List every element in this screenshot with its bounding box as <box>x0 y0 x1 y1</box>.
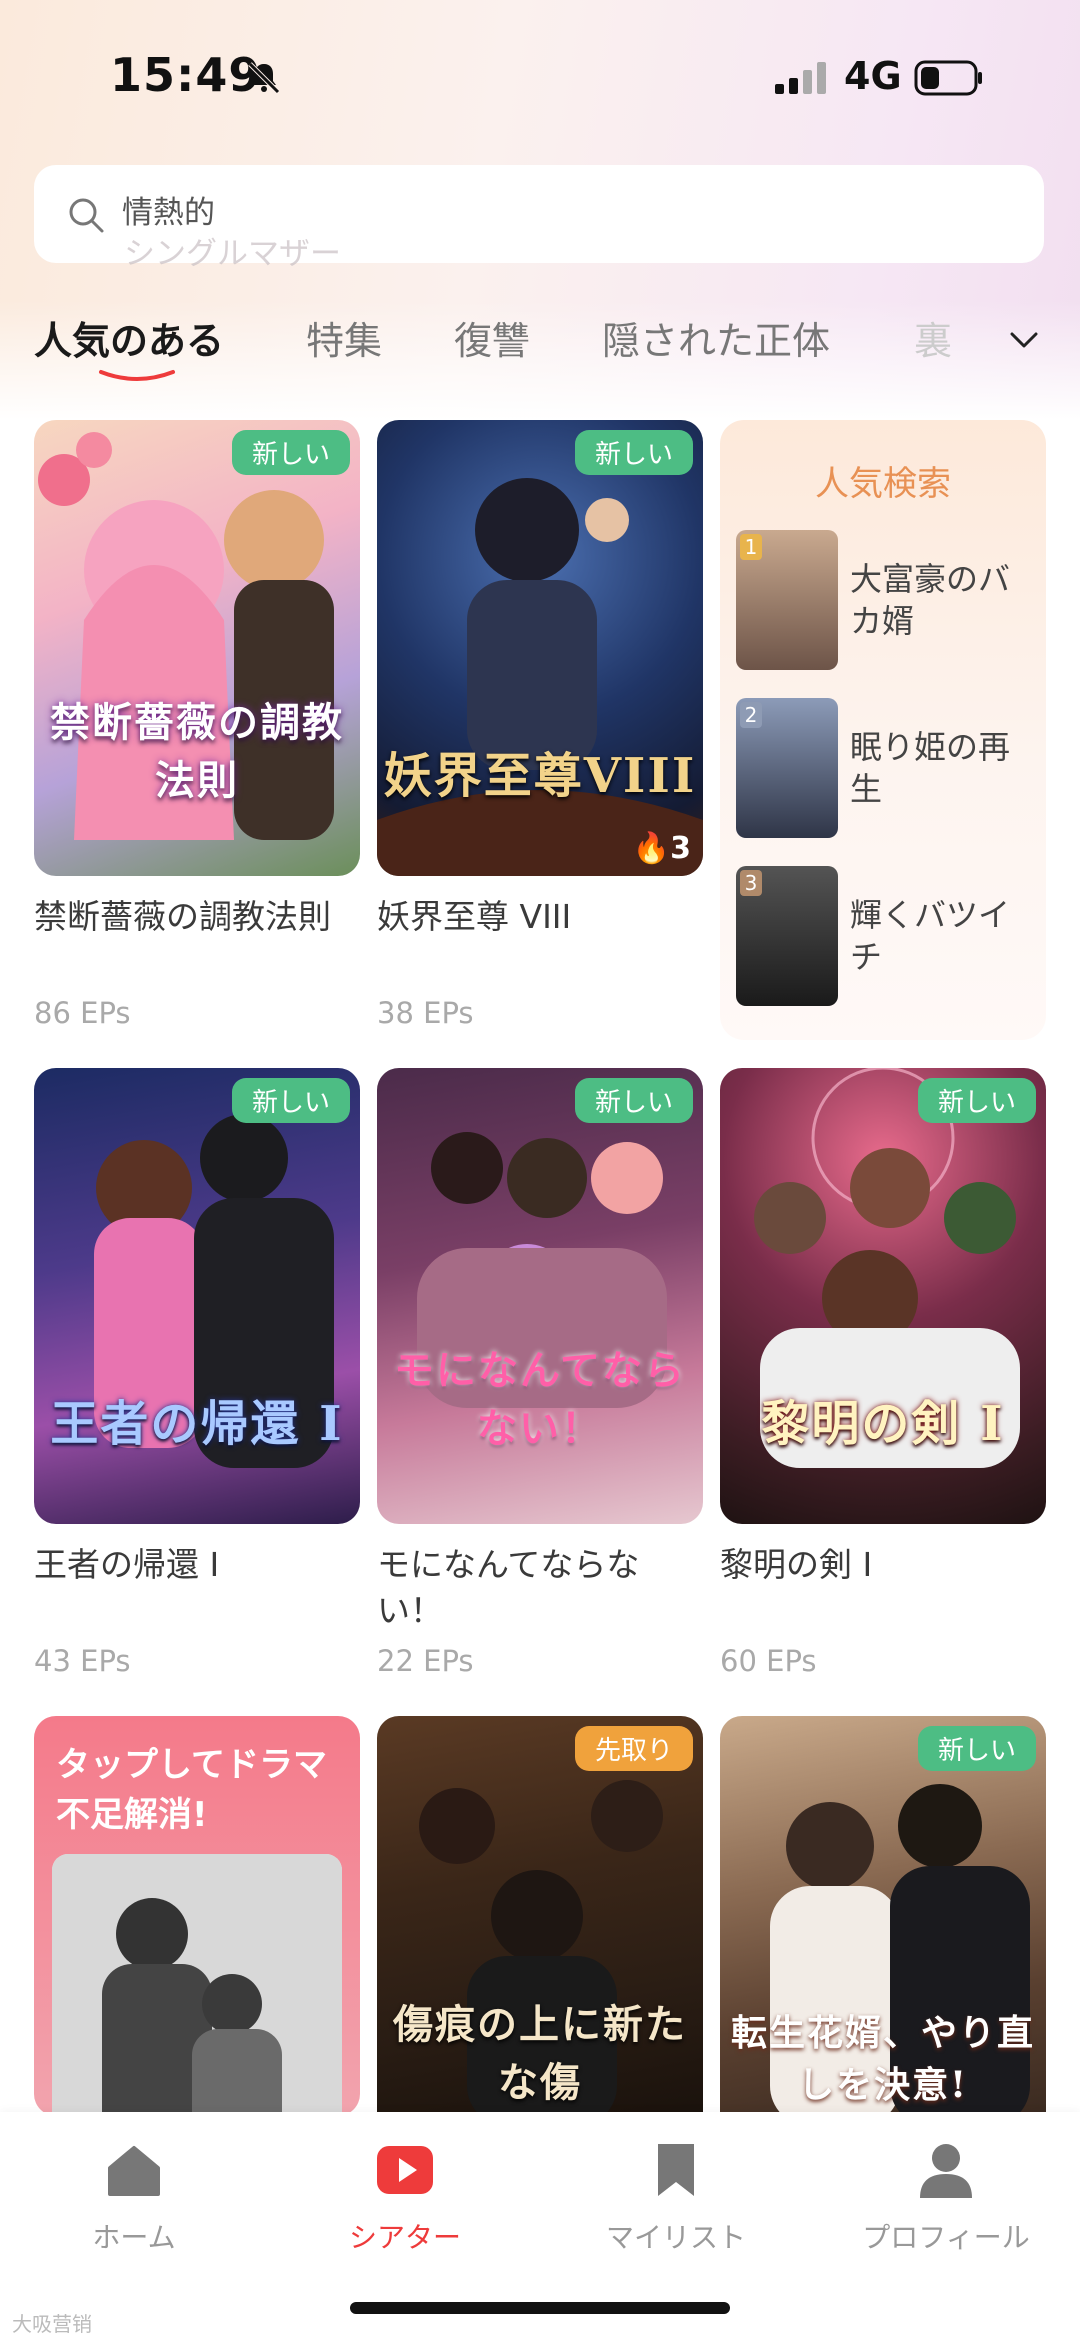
hot-search-panel: 人気検索 1 大富豪のバカ婿 2 眠り姫の再生 3 輝くバツイチ <box>720 420 1046 1040</box>
badge-new: 新しい <box>231 1078 350 1123</box>
nav-profile[interactable]: プロフィール <box>836 2138 1056 2256</box>
hot-search-thumbnail[interactable]: 1 <box>736 530 838 670</box>
poster-title: 転生花婿、やり直しを決意! <box>730 2012 1035 2106</box>
rank-badge: 1 <box>740 534 762 560</box>
drama-title[interactable]: 黎明の剣 I <box>720 1542 1046 1634</box>
nav-home-label: ホーム <box>92 2221 176 2254</box>
hot-search-label[interactable]: 眠り姫の再生 <box>850 726 1040 810</box>
drama-title[interactable]: モになんてならない！ <box>377 1542 703 1634</box>
home-indicator[interactable] <box>350 2302 730 2314</box>
fire-number: 3 <box>670 831 691 866</box>
mute-bell-icon <box>248 62 280 94</box>
drama-poster[interactable]: 新しい 黎明の剣 I <box>720 1068 1046 1524</box>
drama-card[interactable]: 新しい 黎明の剣 I 黎明の剣 I 60 EPs <box>720 1068 1046 1678</box>
nav-profile-label: プロフィール <box>862 2221 1030 2254</box>
hot-search-item[interactable]: 3 輝くバツイチ <box>736 866 1036 1006</box>
hot-search-label[interactable]: 大富豪のバカ婿 <box>850 558 1040 642</box>
bookmark-icon <box>658 2144 694 2196</box>
search-icon <box>69 198 104 233</box>
poster-title: 禁断薔薇の調教法則 <box>50 699 344 804</box>
tab-hidden-identity[interactable]: 隠された正体 <box>602 310 830 365</box>
episode-count: 38 EPs <box>377 996 474 1030</box>
search-input-text[interactable]: 情熱的 <box>122 187 215 232</box>
episode-count: 43 EPs <box>34 1644 131 1678</box>
status-bar: 15:49 4G <box>0 0 1080 160</box>
nav-theater-label: シアター <box>348 2221 461 2254</box>
drama-poster[interactable]: 新しい 妖界至尊VIII 🔥3 <box>377 420 703 876</box>
badge-new: 新しい <box>574 1078 693 1123</box>
hot-search-title: 人気検索 <box>815 464 951 504</box>
drama-poster[interactable]: 新しい 王者の帰還 I <box>34 1068 360 1524</box>
drama-card[interactable]: 先取り 傷痕の上に新たな傷 <box>377 1716 703 2116</box>
poster-title: 黎明の剣 I <box>761 1396 1005 1452</box>
badge-new: 新しい <box>917 1726 1036 1771</box>
promo-card[interactable]: タップしてドラマ不足解消! <box>34 1716 360 2116</box>
drama-title[interactable]: 王者の帰還 I <box>34 1542 360 1634</box>
nav-home[interactable]: ホーム <box>24 2138 244 2256</box>
drama-title[interactable]: 禁断薔薇の調教法則 <box>34 894 360 986</box>
poster-title: 妖界至尊VIII <box>383 748 697 804</box>
promo-art <box>52 1854 342 2116</box>
poster-title: 王者の帰還 I <box>50 1396 344 1452</box>
drama-card[interactable]: 新しい モになんてならない！ モになんてならない！ 22 EPs <box>377 1068 703 1678</box>
theater-icon <box>377 2146 433 2194</box>
badge-new: 新しい <box>917 1078 1036 1123</box>
drama-card[interactable]: 新しい 禁断薔薇の調教法則 禁断薔薇の調教法則 86 EPs <box>34 420 360 1030</box>
nav-mylist[interactable]: マイリスト <box>566 2138 786 2256</box>
poster-art <box>754 1068 1020 1468</box>
drama-poster[interactable]: 新しい モになんてならない！ <box>377 1068 703 1524</box>
tab-active-indicator <box>99 370 175 381</box>
poster-title: 傷痕の上に新たな傷 <box>393 2001 687 2106</box>
drama-card[interactable]: 新しい 転生花婿、やり直しを決意! <box>720 1716 1046 2116</box>
hot-search-thumbnail[interactable]: 3 <box>736 866 838 1006</box>
hot-search-thumbnail[interactable]: 2 <box>736 698 838 838</box>
watermark-text: 大吸营销 <box>12 2312 92 2336</box>
tab-popular[interactable]: 人気のある <box>34 310 224 365</box>
battery-icon <box>914 60 982 96</box>
badge-new: 新しい <box>231 430 350 475</box>
poster-art <box>417 1132 667 1408</box>
fire-count: 🔥3 <box>633 831 691 866</box>
episode-count: 60 EPs <box>720 1644 817 1678</box>
search-rotating-hint: シングルマザー <box>124 236 341 272</box>
hot-search-label[interactable]: 輝くバツイチ <box>850 894 1040 978</box>
network-type: 4G <box>844 54 902 98</box>
episode-count: 86 EPs <box>34 996 131 1030</box>
tab-featured[interactable]: 特集 <box>306 310 382 365</box>
drama-poster[interactable]: 新しい 禁断薔薇の調教法則 <box>34 420 360 876</box>
status-time: 15:49 <box>110 48 262 102</box>
poster-art <box>94 1114 334 1468</box>
nav-mylist-label: マイリスト <box>605 2221 746 2254</box>
tab-partial[interactable]: 裏 <box>914 310 952 365</box>
hot-search-item[interactable]: 1 大富豪のバカ婿 <box>736 530 1036 670</box>
hot-search-item[interactable]: 2 眠り姫の再生 <box>736 698 1036 838</box>
episode-count: 22 EPs <box>377 1644 474 1678</box>
poster-title: モになんてならない！ <box>394 1347 686 1452</box>
category-tabs: 人気のある 特集 復讐 隠された正体 裏 <box>0 300 1080 390</box>
badge-new: 新しい <box>574 430 693 475</box>
poster-art <box>377 478 703 876</box>
drama-poster[interactable]: 先取り 傷痕の上に新たな傷 <box>377 1716 703 2116</box>
fire-icon: 🔥 <box>632 831 671 866</box>
promo-image[interactable] <box>52 1854 342 2116</box>
drama-title[interactable]: 妖界至尊 VIII <box>377 894 703 986</box>
profile-icon <box>920 2144 972 2198</box>
poster-art <box>38 432 334 840</box>
nav-theater[interactable]: シアター <box>295 2138 515 2256</box>
home-icon <box>108 2146 160 2196</box>
chevron-down-icon[interactable] <box>1004 320 1044 360</box>
rank-badge: 3 <box>740 870 762 896</box>
tab-revenge[interactable]: 復讐 <box>454 310 530 365</box>
drama-card[interactable]: 新しい 妖界至尊VIII 🔥3 妖界至尊 VIII 38 EPs <box>377 420 703 1030</box>
badge-early-access: 先取り <box>574 1726 693 1771</box>
signal-icon <box>775 62 826 94</box>
rank-badge: 2 <box>740 702 762 728</box>
promo-text: タップしてドラマ不足解消! <box>56 1745 327 1835</box>
drama-poster[interactable]: 新しい 転生花婿、やり直しを決意! <box>720 1716 1046 2116</box>
drama-card[interactable]: 新しい 王者の帰還 I 王者の帰還 I 43 EPs <box>34 1068 360 1678</box>
